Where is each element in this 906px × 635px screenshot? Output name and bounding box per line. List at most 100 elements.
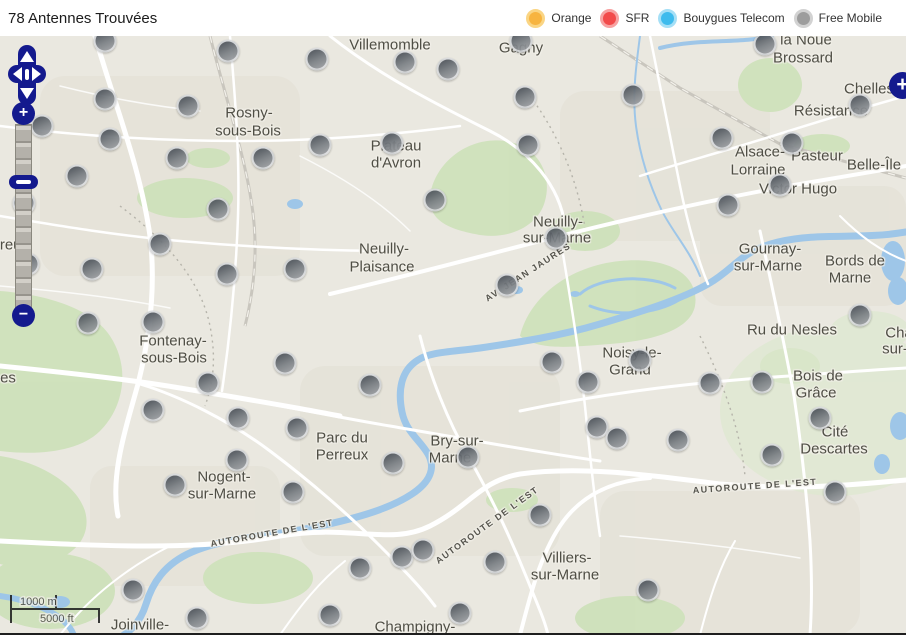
place-label: sous-Bois (141, 350, 207, 367)
antenna-marker[interactable] (769, 174, 792, 197)
antenna-marker[interactable] (437, 58, 460, 81)
place-label: sur-Marne (188, 486, 256, 503)
antenna-marker[interactable] (517, 134, 540, 157)
antenna-marker[interactable] (286, 417, 309, 440)
legend-item-orange[interactable]: Orange (526, 9, 591, 28)
antenna-marker[interactable] (849, 304, 872, 327)
antenna-marker[interactable] (149, 233, 172, 256)
antenna-marker[interactable] (382, 452, 405, 475)
antenna-marker[interactable] (166, 147, 189, 170)
antenna-marker[interactable] (637, 579, 660, 602)
place-label: d'Avron (371, 155, 421, 172)
legend-item-label: Free Mobile (819, 11, 882, 25)
antenna-marker[interactable] (177, 95, 200, 118)
antenna-marker[interactable] (449, 602, 472, 625)
antenna-marker[interactable] (94, 88, 117, 111)
antenna-marker[interactable] (122, 579, 145, 602)
antenna-marker[interactable] (849, 94, 872, 117)
antenna-marker[interactable] (186, 607, 209, 630)
antenna-marker[interactable] (529, 504, 552, 527)
antenna-marker[interactable] (514, 86, 537, 109)
antenna-marker[interactable] (77, 312, 100, 335)
antenna-marker[interactable] (484, 551, 507, 574)
antenna-marker[interactable] (226, 449, 249, 472)
antenna-marker[interactable] (391, 546, 414, 569)
antenna-marker[interactable] (309, 134, 332, 157)
antenna-marker[interactable] (496, 274, 519, 297)
place-label: Belle-Île (847, 157, 901, 174)
antenna-marker[interactable] (197, 372, 220, 395)
place-label: sous-Bois (215, 123, 281, 140)
place-label: Plaisance (349, 259, 414, 276)
antenna-marker[interactable] (216, 263, 239, 286)
antenna-marker[interactable] (457, 446, 480, 469)
place-label: Marne (829, 270, 872, 287)
antenna-marker[interactable] (606, 427, 629, 450)
antenna-marker[interactable] (622, 84, 645, 107)
place-label: Brossard (773, 50, 833, 67)
antenna-marker[interactable] (424, 189, 447, 212)
antenna-marker[interactable] (412, 539, 435, 562)
antenna-marker[interactable] (667, 429, 690, 452)
zoom-in-button[interactable]: + (12, 102, 35, 125)
antenna-marker[interactable] (164, 474, 187, 497)
operator-dot-icon (794, 9, 813, 28)
map-canvas[interactable]: AV. JEAN JAURÈSAUTOROUTE DE L'ESTAUTOROU… (0, 36, 906, 635)
place-label: Grâce (796, 385, 837, 402)
zoom-out-button[interactable]: − (12, 304, 35, 327)
operator-dot-icon (526, 9, 545, 28)
antenna-marker[interactable] (349, 557, 372, 580)
antenna-marker[interactable] (824, 481, 847, 504)
antenna-marker[interactable] (359, 374, 382, 397)
antenna-marker[interactable] (227, 407, 250, 430)
place-label: Descartes (800, 441, 868, 458)
antenna-marker[interactable] (394, 51, 417, 74)
legend-item-sfr[interactable]: SFR (600, 9, 649, 28)
antenna-marker[interactable] (81, 258, 104, 281)
place-label: Fontenay- (139, 333, 207, 350)
antenna-marker[interactable] (699, 372, 722, 395)
pan-center-icon (25, 69, 29, 80)
place-label: sur- (882, 341, 906, 358)
antenna-marker[interactable] (282, 481, 305, 504)
antenna-marker[interactable] (545, 227, 568, 250)
antenna-marker[interactable] (284, 258, 307, 281)
antenna-marker[interactable] (781, 132, 804, 155)
place-label: Alsace- (735, 144, 785, 161)
place-label: Gournay- (739, 241, 802, 258)
antenna-marker[interactable] (319, 604, 342, 627)
antenna-marker[interactable] (809, 407, 832, 430)
place-label: sur-Marne (531, 567, 599, 584)
place-label: sur-Marne (734, 258, 802, 275)
scale-metric-label: 1000 m (20, 596, 57, 608)
antenna-marker[interactable] (252, 147, 275, 170)
antenna-marker[interactable] (577, 371, 600, 394)
legend-item-free-mobile[interactable]: Free Mobile (794, 9, 882, 28)
antenna-marker[interactable] (142, 399, 165, 422)
antenna-marker[interactable] (761, 444, 784, 467)
antenna-marker[interactable] (66, 165, 89, 188)
antenna-marker[interactable] (207, 198, 230, 221)
place-label: Bry-sur- (430, 433, 483, 450)
antenna-marker[interactable] (717, 194, 740, 217)
antenna-marker[interactable] (142, 311, 165, 334)
antenna-marker[interactable] (381, 132, 404, 155)
antenna-marker[interactable] (541, 351, 564, 374)
zoom-slider-track[interactable] (15, 124, 32, 308)
legend: Orange SFR Bouygues Telecom Free Mobile (526, 9, 882, 28)
antenna-marker[interactable] (217, 40, 240, 63)
antenna-marker[interactable] (711, 127, 734, 150)
place-label: Chelles (844, 81, 894, 98)
zoom-slider-handle[interactable] (9, 175, 38, 189)
antenna-marker[interactable] (99, 128, 122, 151)
antenna-marker[interactable] (274, 352, 297, 375)
place-label: Ru du Nesles (747, 322, 837, 339)
place-label: Bois de (793, 368, 843, 385)
pan-control[interactable] (7, 44, 47, 106)
legend-item-bouygues-telecom[interactable]: Bouygues Telecom (658, 9, 784, 28)
antenna-marker[interactable] (306, 48, 329, 71)
antenna-marker[interactable] (751, 371, 774, 394)
place-label: Villemomble (349, 37, 430, 54)
place-label: Perreux (316, 447, 369, 464)
antenna-marker[interactable] (629, 349, 652, 372)
